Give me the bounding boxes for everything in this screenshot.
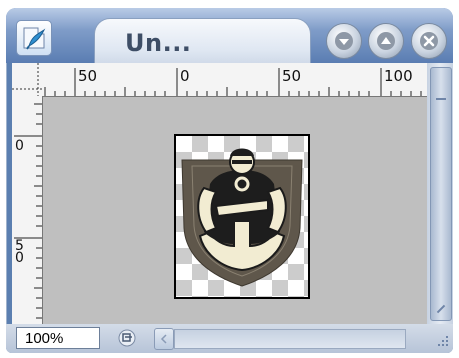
status-menu-icon[interactable] [116,328,138,348]
chevron-up-icon [377,32,395,50]
ruler-label: 5 0 [15,238,24,266]
zoom-field[interactable]: 100% [16,327,100,349]
close-button[interactable] [411,23,447,59]
shield-emblem-image [181,148,303,287]
photoshop-feather-icon[interactable] [16,20,52,56]
ruler-label: 100 [384,67,413,85]
vertical-scroll-thumb[interactable] [430,67,452,321]
document-tab[interactable]: Un... [94,18,311,64]
maximize-button[interactable] [368,23,404,59]
resize-grip-icon[interactable] [436,334,450,348]
scroll-left-button[interactable] [154,328,174,350]
document-window: Un... 50 0 50 100 0 5 0 100% [6,8,453,353]
document-title: Un... [125,29,192,57]
grip-line-icon [436,304,446,314]
title-bar[interactable]: Un... [6,8,453,64]
ruler-origin[interactable] [12,63,43,97]
grip-line-icon [436,98,446,100]
horizontal-scrollbar[interactable] [174,329,406,349]
canvas-area[interactable] [43,97,427,324]
vertical-ruler[interactable]: 0 5 0 [12,96,43,324]
status-bar: 100% [6,324,453,353]
horizontal-ruler[interactable]: 50 0 50 100 [42,63,427,97]
ruler-origin-icon [12,63,42,96]
ruler-label: 50 [78,67,98,85]
vertical-scrollbar[interactable] [427,63,453,324]
ruler-label: 0 [180,67,190,85]
close-icon [420,32,438,50]
document-canvas[interactable] [174,134,310,299]
ruler-label: 0 [15,138,24,154]
minimize-button[interactable] [326,23,362,59]
chevron-left-icon [160,334,167,344]
chevron-down-icon [335,32,353,50]
ruler-label: 50 [282,67,302,85]
